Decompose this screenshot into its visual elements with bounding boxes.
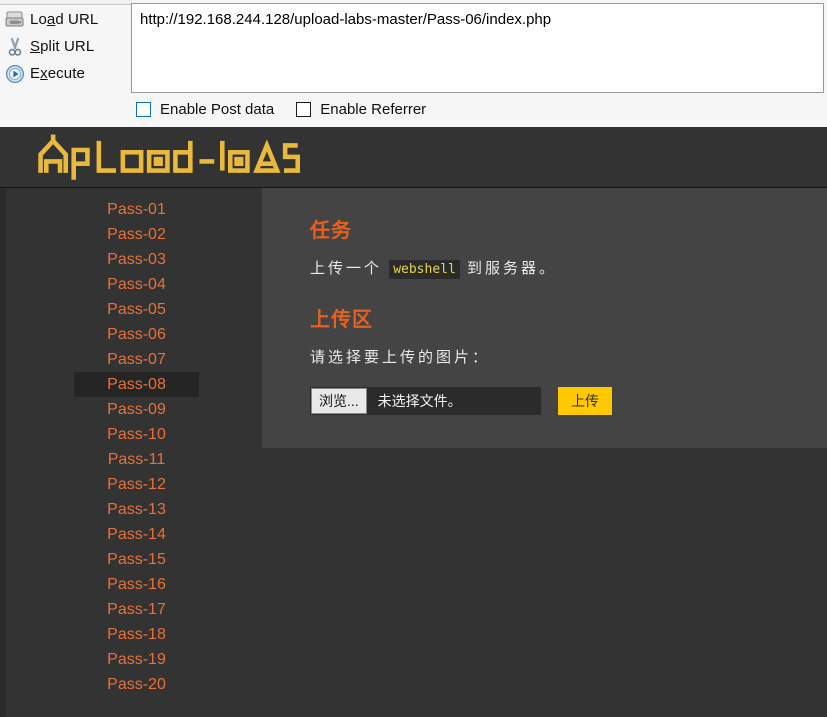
nav-item-pass-05[interactable]: Pass-05 (74, 297, 199, 322)
load-url-label: Load URL (30, 11, 99, 28)
url-input[interactable] (131, 3, 824, 93)
nav-item-pass-12[interactable]: Pass-12 (74, 472, 199, 497)
execute-button[interactable]: Execute (0, 60, 128, 87)
browse-button[interactable]: 浏览... (311, 388, 367, 414)
file-status-text: 未选择文件。 (377, 393, 462, 409)
nav-item-pass-13[interactable]: Pass-13 (74, 497, 199, 522)
nav-item-pass-06[interactable]: Pass-06 (74, 322, 199, 347)
upload-labs-logo (38, 134, 300, 180)
split-url-button[interactable]: Split URL (0, 33, 128, 60)
load-url-button[interactable]: Load URL (0, 6, 128, 33)
nav-item-pass-02[interactable]: Pass-02 (74, 222, 199, 247)
webshell-code-badge: webshell (389, 260, 460, 279)
content-card: 任务 上传一个 webshell 到服务器。 上传区 请选择要上传的图片： 浏览… (262, 188, 827, 448)
load-url-icon (0, 11, 30, 29)
enable-referrer-checkbox[interactable]: Enable Referrer (296, 101, 426, 118)
hackbar-action-list: Load URL Split URL Execute (0, 6, 128, 87)
nav-item-pass-15[interactable]: Pass-15 (74, 547, 199, 572)
nav-item-pass-04[interactable]: Pass-04 (74, 272, 199, 297)
nav-item-pass-18[interactable]: Pass-18 (74, 622, 199, 647)
nav-item-pass-17[interactable]: Pass-17 (74, 597, 199, 622)
site-body: Pass-01 Pass-02 Pass-03 Pass-04 Pass-05 Pass-… (0, 188, 827, 717)
nav-item-pass-09[interactable]: Pass-09 (74, 397, 199, 422)
split-url-label: Split URL (30, 38, 95, 55)
hackbar-options: Enable Post data Enable Referrer (136, 101, 426, 118)
hackbar-toolbar: Load URL Split URL Execute http://192.16… (0, 0, 827, 127)
toolbar-top-divider (0, 0, 132, 5)
upload-form: 浏览... 未选择文件。 上传 (310, 387, 827, 415)
execute-label: Execute (30, 65, 85, 82)
nav-item-pass-16[interactable]: Pass-16 (74, 572, 199, 597)
nav-item-pass-03[interactable]: Pass-03 (74, 247, 199, 272)
nav-item-pass-08[interactable]: Pass-08 (74, 372, 199, 397)
nav-item-pass-10[interactable]: Pass-10 (74, 422, 199, 447)
enable-referrer-label: Enable Referrer (320, 101, 427, 118)
upload-submit-button[interactable]: 上传 (558, 387, 612, 415)
scissors-icon (0, 37, 30, 57)
upload-heading: 上传区 (310, 309, 373, 331)
nav-item-pass-20[interactable]: Pass-20 (74, 672, 199, 697)
nav-item-pass-19[interactable]: Pass-19 (74, 647, 199, 672)
enable-post-data-checkbox[interactable]: Enable Post data (136, 101, 274, 118)
referrer-checkbox-box[interactable] (296, 102, 312, 117)
nav-item-pass-07[interactable]: Pass-07 (74, 347, 199, 372)
upload-labs-page: Pass-01 Pass-02 Pass-03 Pass-04 Pass-05 Pass-… (0, 127, 827, 717)
task-heading: 任务 (310, 220, 352, 242)
execute-play-icon (0, 64, 30, 84)
nav-item-pass-11[interactable]: Pass-11 (74, 447, 199, 472)
task-description: 上传一个 webshell 到服务器。 (310, 260, 557, 279)
site-header (0, 127, 827, 188)
upload-prompt: 请选择要上传的图片： (310, 349, 491, 366)
enable-post-data-label: Enable Post data (160, 101, 275, 118)
nav-item-pass-14[interactable]: Pass-14 (74, 522, 199, 547)
post-data-checkbox-box[interactable] (136, 102, 151, 117)
file-input[interactable]: 浏览... 未选择文件。 (310, 387, 541, 415)
pass-navigation: Pass-01 Pass-02 Pass-03 Pass-04 Pass-05 Pass-… (74, 197, 199, 697)
nav-item-pass-01[interactable]: Pass-01 (74, 197, 199, 222)
